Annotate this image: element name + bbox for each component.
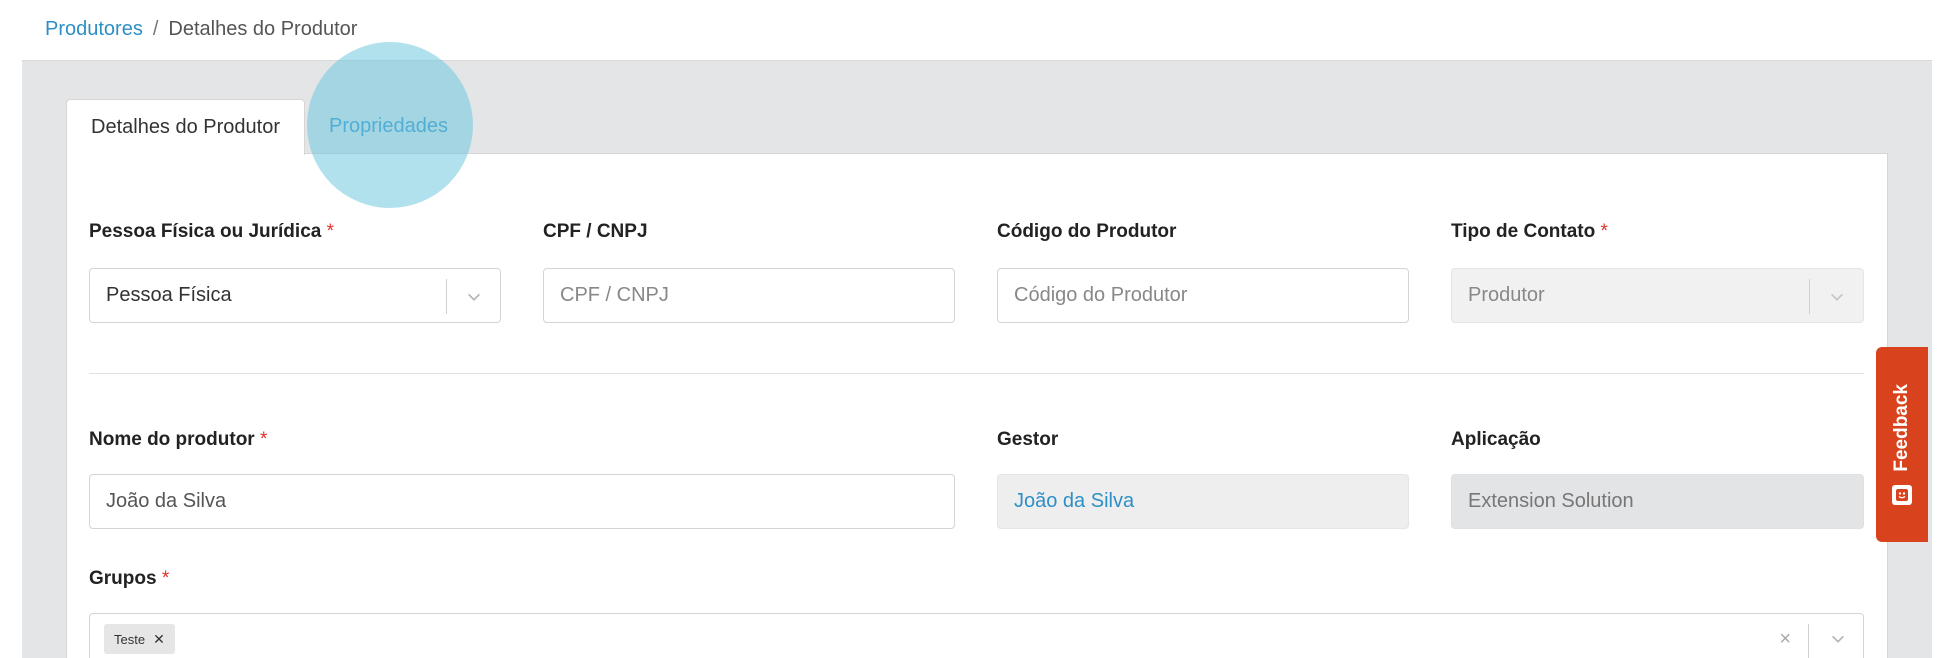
- contact-type-value: Produtor: [1468, 284, 1545, 306]
- contact-type-dropdown-toggle: [1809, 279, 1863, 314]
- chevron-down-icon: [1832, 635, 1844, 643]
- select-separator: [1808, 624, 1809, 658]
- person-type-label: Pessoa Física ou Jurídica *: [89, 221, 335, 242]
- group-tag-label: Teste: [114, 631, 146, 647]
- groups-label: Grupos *: [89, 568, 170, 589]
- breadcrumb-current: Detalhes do Produtor: [168, 18, 358, 40]
- breadcrumb-separator: /: [152, 18, 159, 40]
- producer-code-input[interactable]: Código do Produtor: [997, 268, 1409, 323]
- clear-icon[interactable]: ×: [1779, 628, 1791, 651]
- required-marker: *: [259, 429, 268, 450]
- chevron-down-icon: [467, 293, 480, 301]
- tab-bar: Detalhes do Produtor Propriedades: [66, 98, 472, 155]
- person-type-select[interactable]: Pessoa Física: [89, 268, 501, 323]
- application-label: Aplicação: [1451, 429, 1541, 450]
- manager-label: Gestor: [997, 429, 1059, 450]
- required-marker: *: [161, 568, 170, 589]
- feedback-icon: [1892, 485, 1912, 506]
- producer-code-label: Código do Produtor: [997, 221, 1177, 242]
- producer-name-input[interactable]: João da Silva: [89, 474, 955, 529]
- manager-value: João da Silva: [1014, 490, 1135, 512]
- form-card: [66, 153, 1888, 658]
- tab-propriedades[interactable]: Propriedades: [305, 98, 472, 154]
- manager-field[interactable]: João da Silva: [997, 474, 1409, 529]
- breadcrumb: Produtores / Detalhes do Produtor: [45, 18, 357, 41]
- feedback-button[interactable]: Feedback: [1876, 347, 1928, 542]
- chevron-down-icon: [1830, 293, 1843, 301]
- application-value: Extension Solution: [1468, 490, 1634, 512]
- cpf-cnpj-placeholder: CPF / CNPJ: [560, 284, 669, 306]
- required-marker: *: [326, 221, 335, 242]
- remove-tag-icon[interactable]: ✕: [153, 631, 165, 648]
- groups-dropdown-toggle[interactable]: [1829, 630, 1847, 653]
- producer-code-placeholder: Código do Produtor: [1014, 284, 1188, 306]
- producer-name-value: João da Silva: [106, 490, 227, 512]
- application-field: Extension Solution: [1451, 474, 1864, 529]
- contact-type-select: Produtor: [1451, 268, 1864, 323]
- cpf-cnpj-input[interactable]: CPF / CNPJ: [543, 268, 955, 323]
- cpf-cnpj-label: CPF / CNPJ: [543, 221, 648, 242]
- groups-multiselect[interactable]: Teste ✕ ×: [89, 613, 1864, 658]
- required-marker: *: [1600, 221, 1608, 242]
- feedback-label: Feedback: [1891, 383, 1912, 472]
- breadcrumb-link-produtores[interactable]: Produtores: [45, 18, 143, 41]
- person-type-dropdown-toggle[interactable]: [446, 279, 500, 314]
- contact-type-label: Tipo de Contato *: [1451, 221, 1608, 242]
- producer-name-label: Nome do produtor *: [89, 429, 268, 450]
- section-divider: [89, 373, 1864, 374]
- group-tag: Teste ✕: [104, 624, 175, 654]
- tab-detalhes-do-produtor[interactable]: Detalhes do Produtor: [66, 99, 306, 155]
- person-type-value: Pessoa Física: [106, 284, 232, 306]
